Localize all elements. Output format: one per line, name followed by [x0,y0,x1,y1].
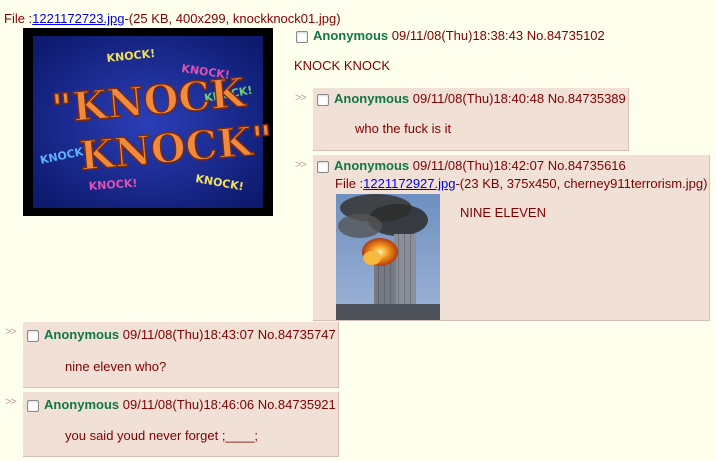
reply-post: Anonymous 09/11/08(Thu)18:43:07 No.84735… [23,322,339,388]
reply-datetime: 09/11/08(Thu)18:46:06 [122,397,255,412]
reply-comment: who the fuck is it [355,121,452,136]
reply-post-number[interactable]: No.84735747 [258,327,336,342]
reply-delete-checkbox[interactable] [317,160,329,173]
reply-delete-checkbox[interactable] [317,93,329,106]
reply-arrows: >> [5,326,17,338]
op-datetime: 09/11/08(Thu)18:38:43 [391,28,524,43]
reply-delete-checkbox[interactable] [27,399,39,412]
reply-comment: nine eleven who? [65,359,167,374]
reply-header: Anonymous 09/11/08(Thu)18:42:07 No.84735… [317,158,626,173]
reply-post: Anonymous 09/11/08(Thu)18:40:48 No.84735… [313,88,629,151]
op-post-number[interactable]: No.84735102 [527,28,605,43]
reply-file-details: -(23 KB, 375x450, cherney911terrorism.jp… [455,176,708,191]
reply-arrows: >> [295,159,307,171]
reply-comment: NINE ELEVEN [460,205,546,220]
knock-knock-image: KNOCK! KNOCK! KNOCK! KNOCK! KNOCK! KNOCK… [33,36,273,208]
reply-post: Anonymous 09/11/08(Thu)18:42:07 No.84735… [313,155,710,321]
towers-image [336,194,440,320]
reply-delete-checkbox[interactable] [27,329,39,342]
reply-poster-name: Anonymous [334,91,410,106]
op-comment: KNOCK KNOCK [294,58,391,73]
op-poster-name: Anonymous [313,28,389,43]
reply-file-link[interactable]: 1221172927.jpg [363,176,455,191]
reply-header: Anonymous 09/11/08(Thu)18:40:48 No.84735… [317,91,626,106]
op-thumbnail[interactable]: KNOCK! KNOCK! KNOCK! KNOCK! KNOCK! KNOCK… [23,28,273,216]
reply-file-prefix: File : [335,176,364,191]
reply-poster-name: Anonymous [44,397,120,412]
reply-poster-name: Anonymous [334,158,410,173]
reply-datetime: 09/11/08(Thu)18:40:48 [412,91,545,106]
reply-thumbnail[interactable] [336,194,440,320]
reply-header: Anonymous 09/11/08(Thu)18:43:07 No.84735… [27,327,336,342]
reply-post-number[interactable]: No.84735921 [258,397,336,412]
reply-post-number[interactable]: No.84735389 [548,91,626,106]
reply-datetime: 09/11/08(Thu)18:42:07 [412,158,545,173]
reply-file-info: File :1221172927.jpg-(23 KB, 375x450, ch… [335,176,707,191]
reply-poster-name: Anonymous [44,327,120,342]
reply-header: Anonymous 09/11/08(Thu)18:46:06 No.84735… [27,397,336,412]
reply-arrows: >> [295,92,307,104]
op-delete-checkbox[interactable] [296,30,308,43]
reply-datetime: 09/11/08(Thu)18:43:07 [122,327,255,342]
op-file-prefix: File : [4,11,33,26]
reply-post-number[interactable]: No.84735616 [548,158,626,173]
op-file-details: -(25 KB, 400x299, knockknock01.jpg) [124,11,341,26]
op-file-info: File :1221172723.jpg-(25 KB, 400x299, kn… [4,11,341,26]
reply-post: Anonymous 09/11/08(Thu)18:46:06 No.84735… [23,392,339,457]
reply-comment: you said youd never forget ;____; [65,428,258,443]
op-post-header: Anonymous 09/11/08(Thu)18:38:43 No.84735… [296,28,605,43]
reply-arrows: >> [5,396,17,408]
op-file-link[interactable]: 1221172723.jpg [32,11,124,26]
